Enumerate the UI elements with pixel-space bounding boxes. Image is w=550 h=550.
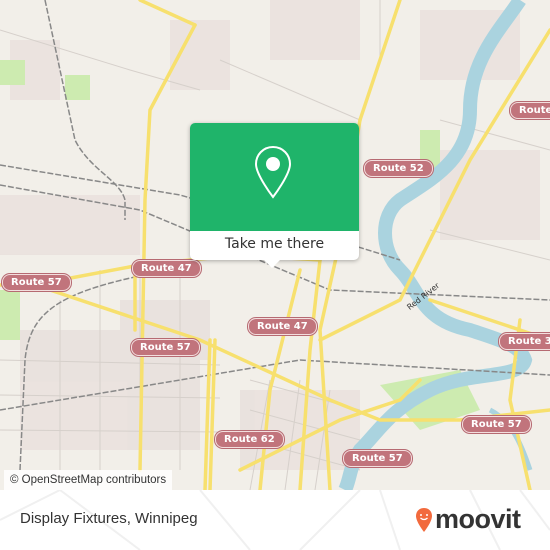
route-label: Route 57 [462,416,531,433]
moovit-smile-pin-icon [416,508,432,532]
popup-pointer [264,260,280,268]
route-label: Route 4 [510,102,550,119]
route-label: Route 62 [215,431,284,448]
place-name: Display Fixtures, Winnipeg [20,510,198,527]
map-view[interactable]: Route 4 Route 52 Route 57 Route 47 Route… [0,0,550,490]
route-label: Route 52 [364,160,433,177]
footer-bar: Display Fixtures, Winnipeg moovit [0,490,550,550]
route-label: Route 57 [343,450,412,467]
moovit-wordmark: moovit [435,504,521,534]
route-label: Route 57 [2,274,71,291]
route-label: Route 47 [132,260,201,277]
map-attribution[interactable]: © OpenStreetMap contributors [4,470,173,490]
route-label: Route 47 [248,318,317,335]
map-pin-icon [254,145,292,199]
destination-popup[interactable]: Take me there [190,123,359,268]
route-label: Route 57 [131,339,200,356]
route-label: Route 37 [499,333,550,350]
take-me-there-button[interactable]: Take me there [190,231,359,260]
popup-header [190,123,359,231]
